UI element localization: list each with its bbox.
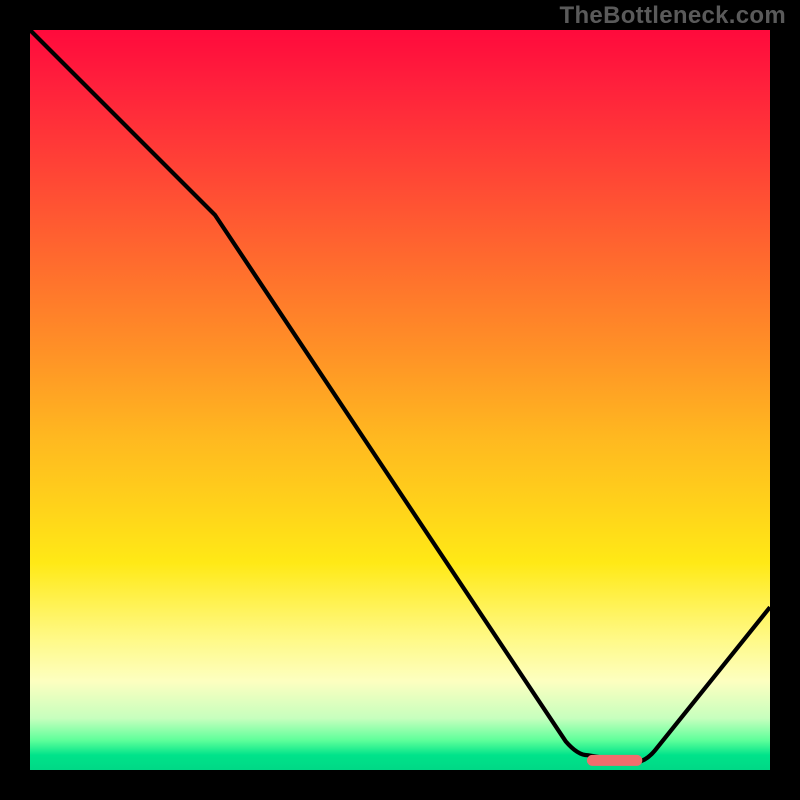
watermark-text: TheBottleneck.com (560, 2, 786, 30)
chart-frame: TheBottleneck.com (0, 0, 800, 800)
gradient-plot-area (30, 30, 770, 770)
